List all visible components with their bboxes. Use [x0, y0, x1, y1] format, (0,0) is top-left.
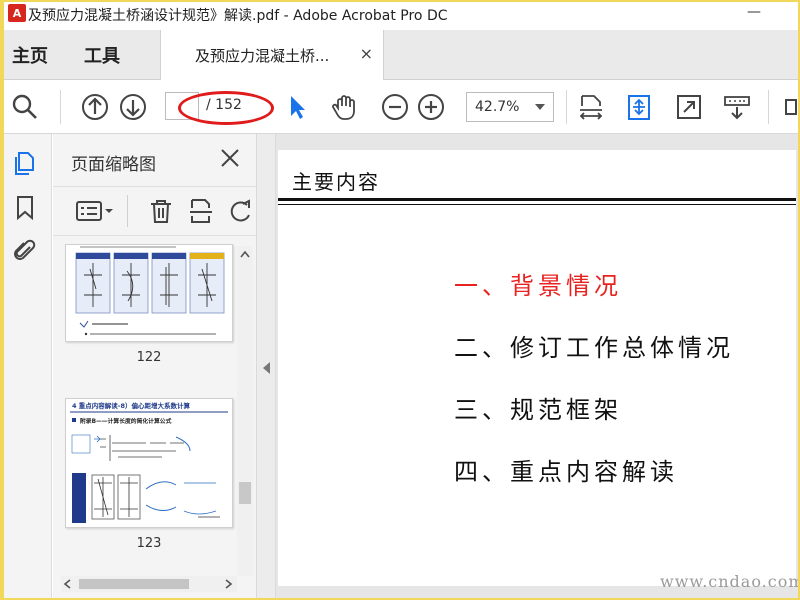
- scroll-right-icon[interactable]: [225, 579, 233, 589]
- thumbnail-vertical-scrollbar[interactable]: [237, 246, 253, 576]
- home-tab[interactable]: 主页: [12, 42, 48, 68]
- rotate-icon[interactable]: [227, 197, 255, 225]
- thumbnail-page-number: 122: [136, 350, 162, 365]
- close-icon[interactable]: [220, 148, 240, 168]
- select-arrow-icon[interactable]: [282, 92, 312, 122]
- toc-item-revision-overview: 二、修订工作总体情况: [454, 334, 734, 362]
- document-tab[interactable]: 及预应力混凝土桥... ×: [160, 30, 384, 80]
- scrolling-mode-icon[interactable]: [624, 92, 654, 122]
- insert-page-icon[interactable]: [187, 197, 215, 225]
- zoom-out-icon[interactable]: [380, 92, 410, 122]
- toc-item-framework: 三、规范框架: [454, 396, 622, 424]
- collapse-left-icon: [263, 362, 270, 374]
- zoom-value: 42.7%: [475, 99, 520, 115]
- read-mode-icon[interactable]: [722, 92, 752, 122]
- thumbnail-image: [75, 246, 225, 336]
- acrobat-window: A 及预应力混凝土桥涵设计规范》解读.pdf - Adobe Acrobat P…: [4, 2, 798, 598]
- hand-tool-icon[interactable]: [330, 92, 360, 122]
- document-tab-label: 及预应力混凝土桥...: [195, 47, 330, 65]
- minimize-button[interactable]: —: [746, 5, 762, 22]
- thumbnail-heading: 4 重点内容解读-8）偏心距增大系数计算: [72, 401, 191, 410]
- annotation-red-ellipse: [178, 91, 274, 125]
- scroll-up-icon[interactable]: [240, 250, 250, 258]
- chevron-down-icon: [535, 104, 545, 110]
- attachment-icon[interactable]: [12, 238, 38, 264]
- thumbnail-list: 122 4 重点内容解读-8）偏心距增大系数计算 附录B——计算长度的简化计算公…: [53, 244, 237, 574]
- document-view[interactable]: 主要内容 一、背景情况 二、修订工作总体情况 三、规范框架 四、重点内容解读 w…: [276, 134, 798, 598]
- slide-heading: 主要内容: [292, 170, 380, 194]
- next-page-icon[interactable]: [118, 92, 148, 122]
- thumbnail-panel: 页面缩略图 122 4 重点内容解读-8）偏心距增大系数计算 附录B——计算长度…: [53, 134, 256, 598]
- more-tools-icon[interactable]: [782, 92, 798, 122]
- toolbar-separator: [768, 90, 769, 124]
- toolbar-separator: [566, 90, 567, 124]
- heading-rule-thin: [278, 204, 796, 205]
- tab-bar: 主页 工具 及预应力混凝土桥... ×: [4, 30, 798, 80]
- panel-collapse-handle[interactable]: [256, 134, 276, 598]
- thumbnail-toolbar: [53, 186, 256, 236]
- thumbnail-horizontal-scrollbar[interactable]: [61, 576, 237, 592]
- scrollbar-thumb[interactable]: [79, 579, 189, 589]
- watermark-text: www.cndao.com: [660, 572, 798, 591]
- search-icon[interactable]: [10, 92, 40, 122]
- panel-title: 页面缩略图: [71, 155, 156, 175]
- title-bar: A 及预应力混凝土桥涵设计规范》解读.pdf - Adobe Acrobat P…: [4, 2, 798, 26]
- options-menu-icon[interactable]: [75, 197, 115, 225]
- pdf-page: 主要内容 一、背景情况 二、修订工作总体情况 三、规范框架 四、重点内容解读: [278, 150, 796, 586]
- thumbnail-page-123[interactable]: 4 重点内容解读-8）偏心距增大系数计算 附录B——计算长度的简化计算公式: [65, 398, 233, 528]
- toolbar-separator: [60, 90, 61, 124]
- navigation-rail: [4, 134, 52, 598]
- toc-item-background: 一、背景情况: [454, 272, 622, 300]
- window-title: 及预应力混凝土桥涵设计规范》解读.pdf - Adobe Acrobat Pro…: [28, 8, 448, 24]
- thumbnail-page-number: 123: [136, 536, 162, 551]
- bookmark-icon[interactable]: [12, 194, 38, 220]
- thumbnail-subheading: 附录B——计算长度的简化计算公式: [80, 417, 172, 425]
- thumbnail-image: 4 重点内容解读-8）偏心距增大系数计算 附录B——计算长度的简化计算公式: [70, 401, 228, 523]
- thumbnail-page-122[interactable]: [65, 244, 233, 342]
- previous-page-icon[interactable]: [80, 92, 110, 122]
- scroll-left-icon[interactable]: [63, 579, 71, 589]
- close-tab-button[interactable]: ×: [360, 44, 373, 63]
- toolbar-separator: [127, 195, 128, 227]
- fit-width-icon[interactable]: [576, 92, 606, 122]
- zoom-in-icon[interactable]: [416, 92, 446, 122]
- toc-item-key-content: 四、重点内容解读: [454, 458, 678, 486]
- tools-tab[interactable]: 工具: [84, 42, 120, 68]
- scrollbar-thumb[interactable]: [239, 482, 251, 504]
- full-screen-icon[interactable]: [674, 92, 704, 122]
- main-toolbar: / 152 42.7%: [4, 80, 798, 134]
- zoom-dropdown[interactable]: 42.7%: [466, 92, 554, 122]
- heading-rule: [278, 198, 796, 201]
- page-thumbnails-icon[interactable]: [12, 150, 38, 176]
- trash-icon[interactable]: [147, 197, 175, 225]
- acrobat-app-icon: A: [8, 4, 26, 22]
